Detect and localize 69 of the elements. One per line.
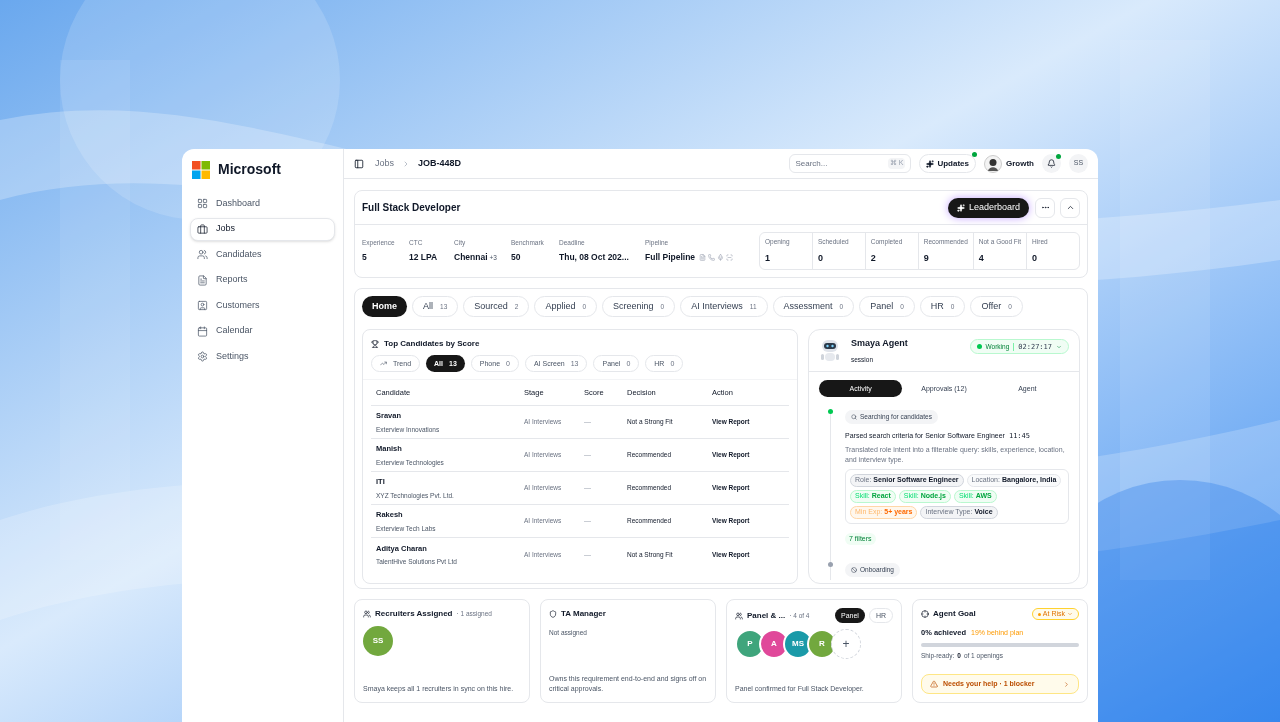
field-value: Full Pipeline bbox=[645, 251, 696, 264]
job-title: Full Stack Developer bbox=[362, 201, 462, 215]
nav-icon bbox=[197, 198, 208, 209]
card-title: TA Manager bbox=[561, 608, 606, 621]
warning-icon bbox=[930, 680, 938, 689]
people-icon bbox=[735, 611, 743, 620]
brand-name: Microsoft bbox=[218, 160, 281, 179]
more-icon bbox=[1040, 203, 1050, 212]
breadcrumb-link[interactable]: Jobs bbox=[375, 156, 394, 171]
chevron-icon bbox=[1067, 611, 1073, 618]
field-value: 5 bbox=[362, 251, 367, 264]
search-icon bbox=[851, 414, 857, 421]
logo-icon bbox=[192, 160, 210, 179]
workspace-name[interactable]: Growth bbox=[1006, 157, 1034, 170]
notifications-button[interactable] bbox=[1042, 154, 1061, 173]
stat-value: 9 bbox=[923, 251, 930, 265]
robot-icon bbox=[819, 337, 841, 364]
card-title: Panel & ... bbox=[747, 609, 786, 622]
microphone-icon bbox=[717, 254, 725, 261]
field-value: 50 bbox=[511, 251, 521, 264]
blocked-icon bbox=[851, 566, 857, 573]
field-value: Thu, 08 Oct 202... bbox=[559, 251, 629, 264]
sparkle-icon bbox=[956, 203, 965, 212]
avatar-icon bbox=[984, 154, 1002, 173]
card-title: Top Candidates by Score bbox=[384, 338, 480, 351]
avatar: SS bbox=[363, 626, 393, 657]
bell-icon bbox=[1047, 159, 1056, 168]
field-value: 12 LPA bbox=[409, 251, 438, 264]
shield-icon bbox=[549, 610, 557, 619]
nav-icon bbox=[197, 300, 208, 311]
card-title: Agent Goal bbox=[933, 608, 977, 621]
leaderboard-button[interactable]: Leaderboard bbox=[947, 197, 1029, 218]
sparkle-icon bbox=[926, 159, 935, 168]
chevron-icon bbox=[1056, 343, 1062, 350]
breadcrumb-current: JOB-448D bbox=[418, 156, 462, 170]
sidebar-item[interactable]: Candidates bbox=[190, 243, 335, 266]
sidebar-item[interactable]: Jobs bbox=[190, 217, 335, 241]
chevron-icon bbox=[1063, 680, 1070, 688]
stat-value: 0 bbox=[817, 251, 824, 265]
agent-name: Smaya Agent bbox=[851, 337, 909, 351]
nav-icon bbox=[197, 325, 208, 337]
phone-icon bbox=[708, 254, 716, 261]
stage-tab[interactable]: Home bbox=[362, 296, 407, 318]
card-title: Recruiters Assigned bbox=[375, 608, 453, 621]
search-placeholder: Search... bbox=[795, 157, 828, 170]
chevron-icon bbox=[402, 159, 410, 168]
field-value: Chennai bbox=[454, 251, 488, 264]
document-icon bbox=[699, 254, 707, 261]
trophy-icon bbox=[371, 340, 379, 349]
target-icon bbox=[921, 610, 929, 619]
stat-value: 0 bbox=[1032, 251, 1039, 265]
people-icon bbox=[363, 610, 371, 619]
scan-icon bbox=[726, 254, 734, 261]
stat-value: 1 bbox=[765, 251, 771, 265]
add-member-button[interactable]: + bbox=[831, 629, 861, 660]
trend-icon bbox=[380, 360, 387, 368]
nav-icon bbox=[197, 249, 208, 260]
sidebar-item[interactable]: Dashboard bbox=[190, 192, 335, 215]
stat-value: 2 bbox=[870, 251, 877, 265]
sidebar-toggle-icon[interactable] bbox=[354, 158, 364, 169]
chevron-icon bbox=[1065, 203, 1075, 212]
stat-value: 4 bbox=[978, 251, 985, 265]
sidebar-item[interactable]: Reports bbox=[190, 268, 335, 292]
sidebar-item[interactable]: Calendar bbox=[190, 319, 335, 343]
sidebar-item[interactable]: Settings bbox=[190, 345, 335, 368]
nav-icon bbox=[197, 274, 208, 286]
nav-icon bbox=[197, 351, 208, 362]
nav-icon bbox=[197, 223, 208, 235]
sidebar-item[interactable]: Customers bbox=[190, 294, 335, 317]
